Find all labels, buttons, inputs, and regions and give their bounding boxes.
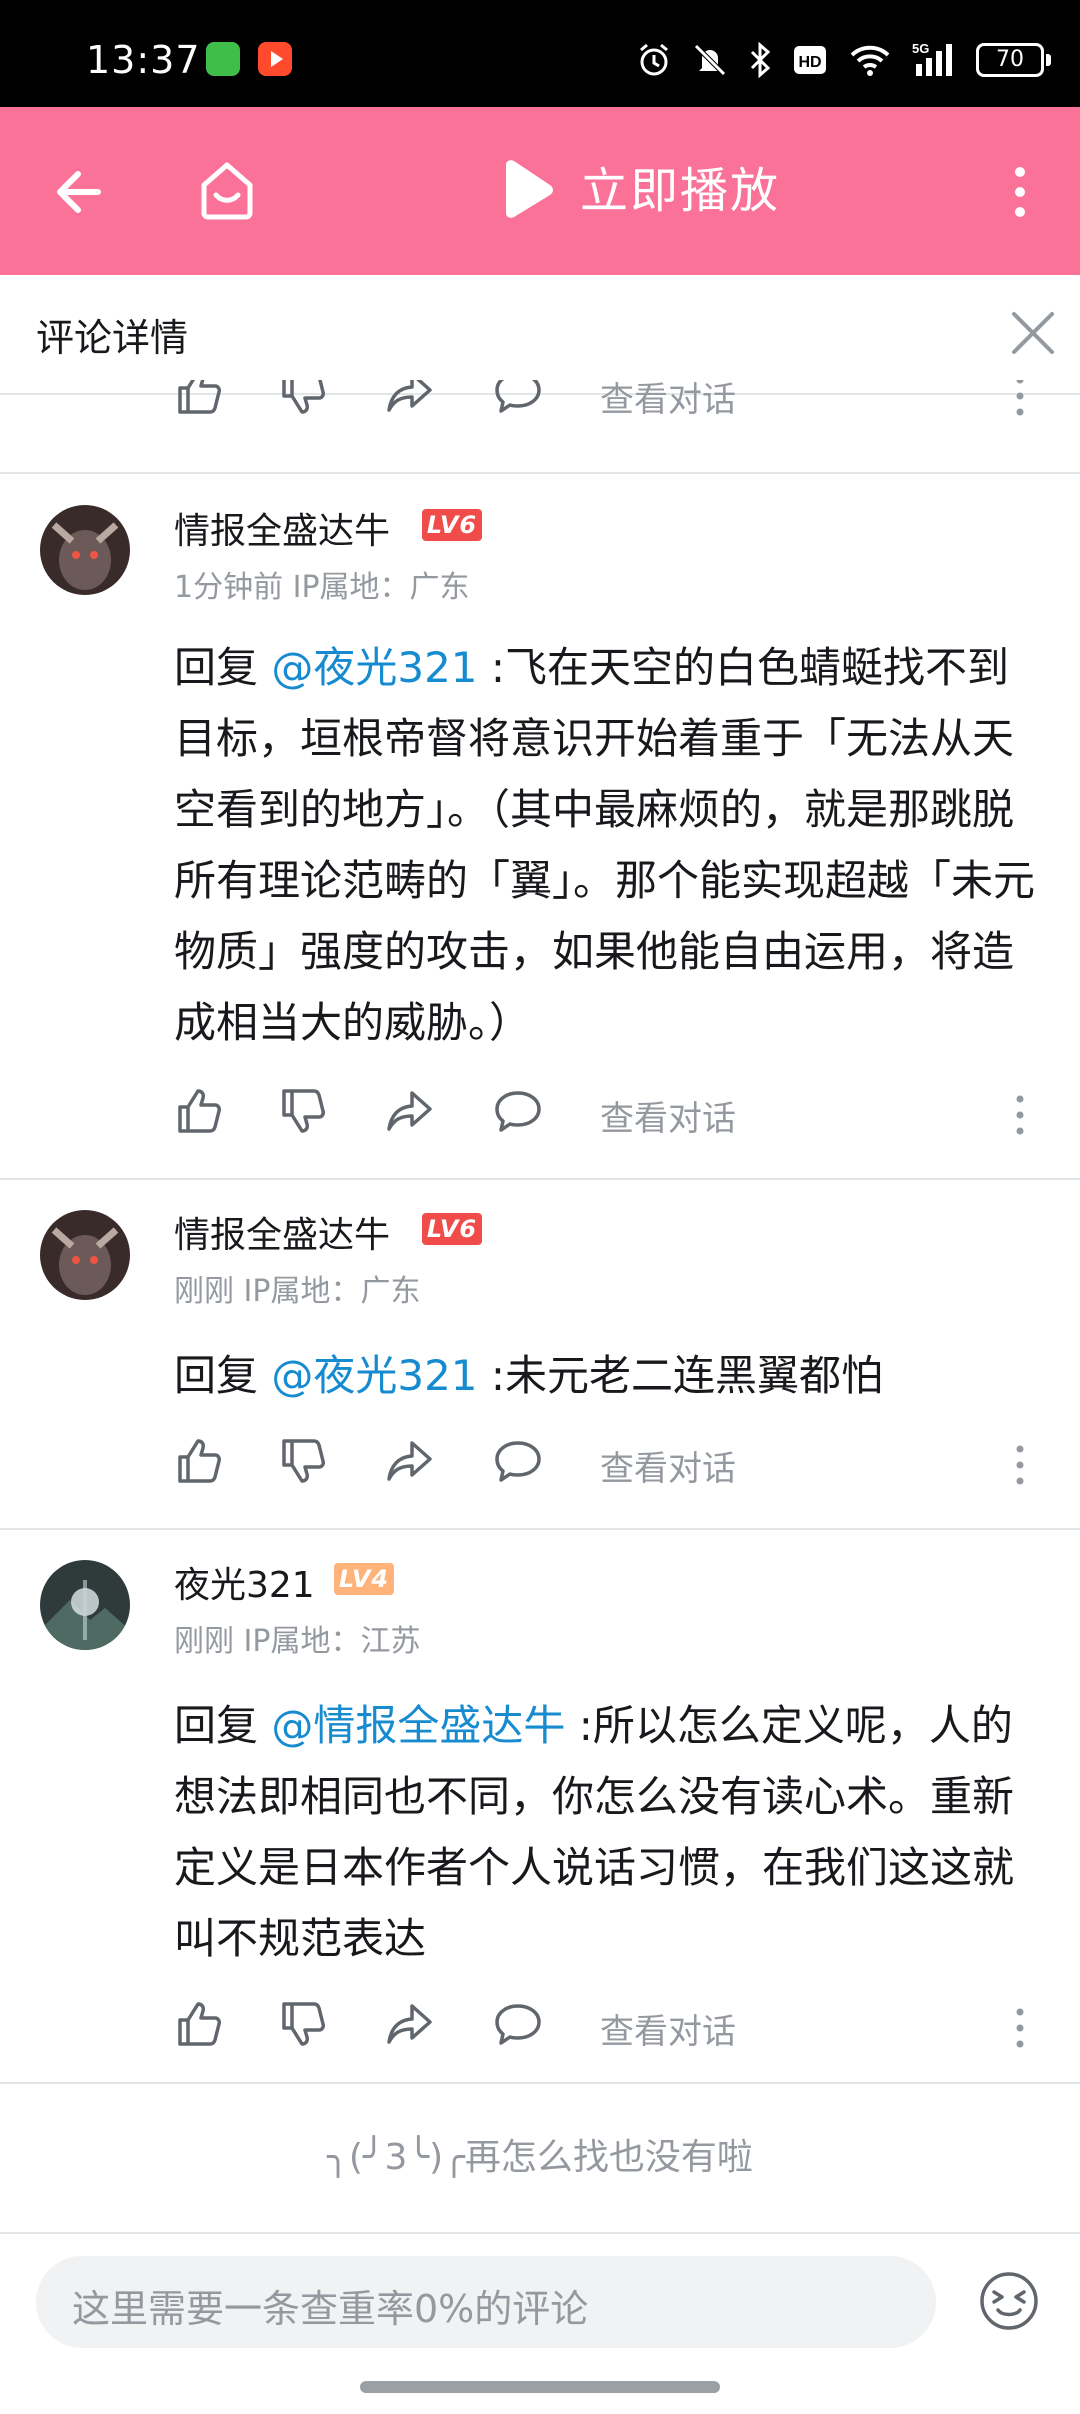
wifi-icon: [850, 45, 890, 76]
comment-body: :未元老二连黑翼都怕: [477, 1351, 884, 1400]
video-app-icon: [258, 42, 292, 76]
view-conversation-link[interactable]: 查看对话: [600, 1091, 736, 1140]
divider: [0, 2082, 1080, 2084]
app-notification-icon: [206, 42, 240, 76]
username[interactable]: 情报全盛达牛: [174, 502, 390, 554]
reply-prefix: 回复: [174, 1701, 272, 1750]
svg-text:HD: HD: [798, 54, 821, 71]
level-badge: LV6: [422, 509, 482, 541]
comment-icon[interactable]: [492, 380, 544, 418]
like-icon[interactable]: [174, 1998, 226, 2050]
comment-text: 回复 @夜光321 :未元老二连黑翼都怕: [174, 1340, 1044, 1411]
level-badge: LV6: [422, 1213, 482, 1245]
alarm-icon: [640, 43, 668, 76]
view-conversation-link[interactable]: 查看对话: [600, 1441, 736, 1490]
comment-actions: 查看对话: [0, 1085, 1080, 1145]
emoji-icon[interactable]: [978, 2270, 1040, 2332]
level-badge: LV4: [334, 1563, 394, 1595]
comment-body: :飞在天空的白色蜻蜓找不到目标，垣根帝督将意识开始着重于「无法从天空看到的地方」…: [174, 643, 1036, 1047]
comment-detail-header: 评论详情: [0, 275, 1080, 395]
play-icon[interactable]: [500, 159, 556, 219]
share-icon[interactable]: [384, 380, 436, 418]
comment-text: 回复 @情报全盛达牛 :所以怎么定义呢，人的想法即相同也不同，你怎么没有读心术。…: [174, 1690, 1044, 1974]
home-indicator[interactable]: [360, 2381, 720, 2393]
divider: [0, 1528, 1080, 1530]
dislike-icon[interactable]: [278, 380, 330, 418]
share-icon[interactable]: [384, 1998, 436, 2050]
comment-actions: 查看对话: [0, 1998, 1080, 2058]
comment-detail-title: 评论详情: [36, 316, 189, 360]
status-time: 13:37: [86, 38, 201, 82]
comment-actions-prev: 查看对话: [0, 380, 1080, 430]
status-bar: 13:37 HD 5G 70: [0, 0, 1080, 107]
dislike-icon[interactable]: [278, 1085, 330, 1137]
comment-input-placeholder: 这里需要一条查重率0%的评论: [72, 2287, 589, 2331]
more-vertical-icon[interactable]: [1010, 380, 1030, 418]
end-of-list-text: ╮(╯3╰)╭再怎么找也没有啦: [327, 2137, 753, 2178]
more-vertical-icon[interactable]: [1010, 1443, 1030, 1487]
reply-prefix: 回复: [174, 1351, 272, 1400]
divider: [0, 1178, 1080, 1180]
comment-meta: 1分钟前 IP属地：广东: [174, 570, 470, 605]
svg-text:5G: 5G: [912, 41, 929, 56]
signal-icon: 5G: [912, 41, 952, 76]
dislike-icon[interactable]: [278, 1998, 330, 2050]
username[interactable]: 夜光321: [174, 1556, 315, 1608]
bluetooth-icon: [750, 42, 771, 78]
comment-icon[interactable]: [492, 1085, 544, 1137]
play-now-button[interactable]: 立即播放: [580, 159, 780, 223]
share-icon[interactable]: [384, 1085, 436, 1137]
comment-icon[interactable]: [492, 1998, 544, 2050]
more-vertical-icon[interactable]: [1010, 2006, 1030, 2050]
home-icon[interactable]: [196, 159, 258, 221]
mention-link[interactable]: @夜光321: [271, 1351, 477, 1400]
like-icon[interactable]: [174, 1085, 226, 1137]
view-conversation-link[interactable]: 查看对话: [600, 380, 736, 421]
avatar[interactable]: [40, 1210, 130, 1300]
mute-icon: [694, 44, 726, 76]
like-icon[interactable]: [174, 1435, 226, 1487]
avatar[interactable]: [40, 1560, 130, 1650]
hd-icon: HD: [794, 46, 826, 74]
comment-icon[interactable]: [492, 1435, 544, 1487]
more-vertical-icon[interactable]: [1000, 162, 1040, 222]
reply-prefix: 回复: [174, 643, 272, 692]
share-icon[interactable]: [384, 1435, 436, 1487]
top-nav-bar: 立即播放: [0, 107, 1080, 275]
more-vertical-icon[interactable]: [1010, 1093, 1030, 1137]
mention-link[interactable]: @情报全盛达牛: [271, 1701, 565, 1750]
comment-actions: 查看对话: [0, 1435, 1080, 1495]
comment-input-bar: 这里需要一条查重率0%的评论: [0, 2232, 1080, 2414]
status-icons: HD 5G 70: [636, 36, 1051, 84]
dislike-icon[interactable]: [278, 1435, 330, 1487]
divider: [0, 472, 1080, 474]
back-arrow-icon[interactable]: [52, 162, 112, 222]
comment-meta: 刚刚 IP属地：江苏: [174, 1624, 421, 1659]
comment-text: 回复 @夜光321 :飞在天空的白色蜻蜓找不到目标，垣根帝督将意识开始着重于「无…: [174, 632, 1044, 1058]
battery-icon: 70: [976, 43, 1051, 77]
mention-link[interactable]: @夜光321: [271, 643, 477, 692]
comment-meta: 刚刚 IP属地：广东: [174, 1274, 421, 1309]
like-icon[interactable]: [174, 380, 226, 418]
comment-input[interactable]: 这里需要一条查重率0%的评论: [36, 2256, 936, 2348]
avatar[interactable]: [40, 505, 130, 595]
username[interactable]: 情报全盛达牛: [174, 1206, 390, 1258]
close-icon[interactable]: [1010, 310, 1056, 356]
view-conversation-link[interactable]: 查看对话: [600, 2004, 736, 2053]
